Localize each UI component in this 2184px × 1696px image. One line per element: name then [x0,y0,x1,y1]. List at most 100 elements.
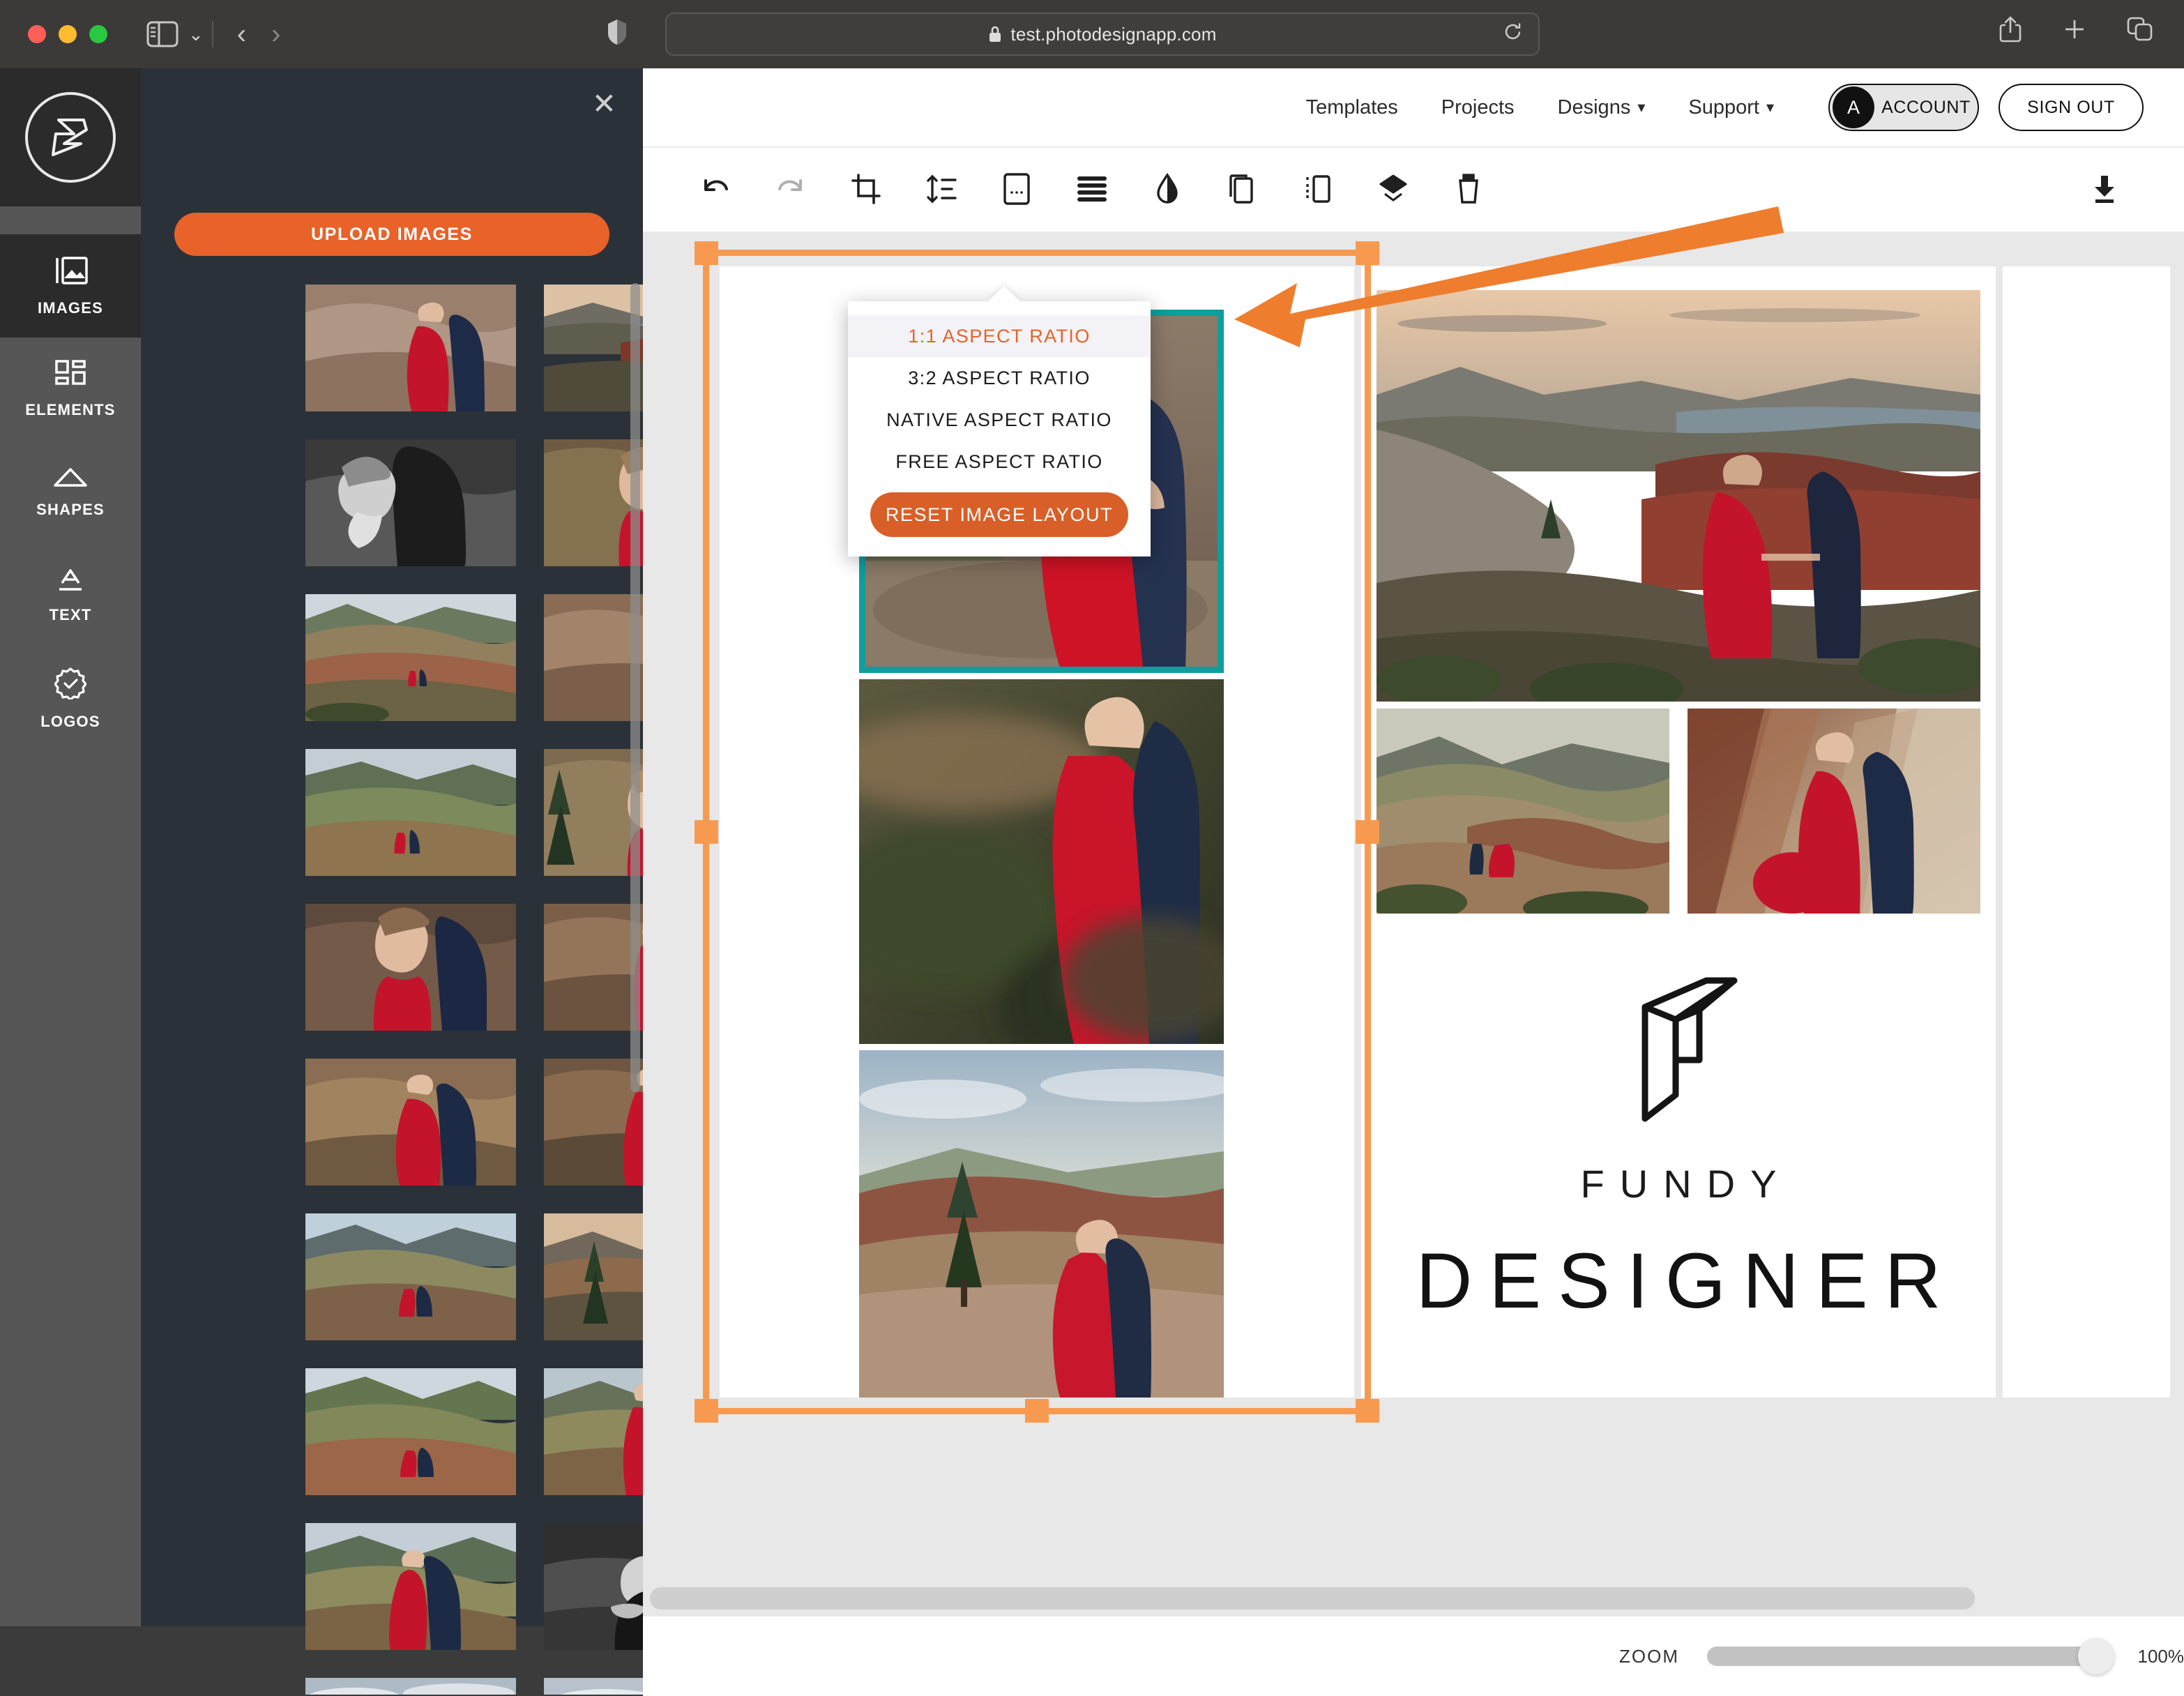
url-text: test.photodesignapp.com [1010,24,1216,45]
sign-out-button[interactable]: SIGN OUT [1999,84,2144,131]
download-icon[interactable] [2067,147,2142,231]
right-cell-sm2[interactable] [1688,709,1980,914]
image-thumbnail[interactable] [305,1059,516,1186]
trash-icon[interactable] [1431,147,1506,231]
sidebar-item-logos[interactable]: LOGOS [0,647,141,750]
dropdown-item-native[interactable]: NATIVE ASPECT RATIO [848,399,1151,441]
forward-arrow-icon[interactable]: › [271,20,280,48]
image-thumbnail[interactable] [305,285,516,411]
nav-templates[interactable]: Templates [1306,96,1398,119]
minimize-window-button[interactable] [59,25,77,43]
duplicate-icon[interactable] [1205,147,1280,231]
resize-handle-middle-left[interactable] [695,820,718,844]
panel-scrollbar-thumb[interactable] [630,283,640,1092]
redo-icon[interactable] [753,147,828,231]
resize-handle-top-right[interactable] [1356,241,1379,265]
browser-chrome: ⌄ ‹ › test.photodesignapp.com [0,0,2184,68]
opacity-drop-icon[interactable] [1130,147,1205,231]
canvas-page-next[interactable] [2003,266,2170,1398]
zoom-slider[interactable] [1707,1646,2102,1666]
sidebar-toggle-icon[interactable] [146,21,179,47]
lock-icon [988,25,1002,43]
nav-label: Support [1688,96,1759,119]
dropdown-item-3-2[interactable]: 3:2 ASPECT RATIO [848,357,1151,399]
reset-image-layout-button[interactable]: RESET IMAGE LAYOUT [870,492,1128,537]
panel-scrollbar[interactable] [630,283,640,1695]
image-thumbnail[interactable] [305,439,516,566]
resize-handle-bottom-left[interactable] [695,1399,718,1423]
upload-images-button[interactable]: UPLOAD IMAGES [174,213,609,256]
images-panel: ✕ UPLOAD IMAGES [141,68,643,1626]
badge-check-icon [54,667,86,703]
line-spacing-icon[interactable] [904,147,979,231]
sidebar-item-label: LOGOS [40,713,100,731]
brand-block: FUNDY DESIGNER [1361,971,1996,1326]
fundy-cube-logo-icon [1617,971,1740,1128]
resize-handle-top-left[interactable] [695,241,718,265]
align-icon[interactable] [1054,147,1130,231]
sidebar-item-label: TEXT [49,606,91,624]
image-thumbnail[interactable] [305,1368,516,1495]
mirror-icon[interactable] [1280,147,1356,231]
close-icon[interactable]: ✕ [592,89,616,119]
nav-label: Designs [1558,96,1631,119]
tab-overview-icon[interactable] [2127,17,2153,45]
nav-designs[interactable]: Designs ▾ [1558,96,1646,119]
image-thumbnail[interactable] [305,594,516,721]
resize-handle-middle-right[interactable] [1356,820,1379,844]
canvas-horizontal-scrollbar-thumb[interactable] [650,1587,1975,1610]
right-cell-big[interactable] [1377,290,1980,702]
app-area: Templates Projects Designs ▾ Support ▾ A… [643,68,2184,1626]
image-thumbnail[interactable] [305,1213,516,1340]
image-thumbnail[interactable] [305,904,516,1031]
resize-handle-bottom-center[interactable] [1025,1399,1049,1423]
image-thumbnail[interactable] [305,1523,516,1650]
layers-icon[interactable] [1356,147,1431,231]
left-cell-2[interactable] [859,679,1224,1044]
image-thumbnail[interactable] [305,1678,516,1695]
design-canvas[interactable]: FUNDY DESIGNER 1:1 ASPECT RATIO 3:2 ASPE… [643,232,2184,1580]
crop-icon[interactable] [828,147,904,231]
canvas-page-right[interactable]: FUNDY DESIGNER [1361,266,1996,1398]
app-header: Templates Projects Designs ▾ Support ▾ A… [643,68,2184,146]
image-icon [52,255,89,289]
sidebar-item-label: ELEMENTS [25,401,115,419]
rail-spacer [0,206,141,234]
sidebar-item-elements[interactable]: ELEMENTS [0,338,141,441]
dropdown-item-free[interactable]: FREE ASPECT RATIO [848,441,1151,483]
url-bar[interactable]: test.photodesignapp.com [665,13,1540,56]
back-arrow-icon[interactable]: ‹ [237,20,246,48]
undo-icon[interactable] [678,147,753,231]
close-window-button[interactable] [28,25,46,43]
zoom-slider-knob[interactable] [2078,1638,2114,1674]
plus-icon[interactable] [2063,17,2086,45]
dropdown-item-1-1[interactable]: 1:1 ASPECT RATIO [848,315,1151,357]
brand-fundy-text: FUNDY [1565,1161,1792,1206]
sidebar-item-label: SHAPES [36,501,105,519]
zoom-value: 100% [2138,1646,2184,1667]
image-thumbnail[interactable] [305,749,516,876]
shield-icon[interactable] [607,18,628,50]
aspect-ratio-dropdown[interactable]: 1:1 ASPECT RATIO 3:2 ASPECT RATIO NATIVE… [848,301,1151,556]
chrome-divider [212,21,213,47]
app-logo[interactable] [0,68,141,206]
chevron-down-icon[interactable]: ⌄ [188,25,204,43]
resize-handle-bottom-right[interactable] [1356,1399,1379,1423]
sidebar-item-shapes[interactable]: SHAPES [0,441,141,544]
nav-projects[interactable]: Projects [1441,96,1515,119]
account-button[interactable]: A ACCOUNT [1828,84,1979,131]
left-cell-3[interactable] [859,1050,1224,1398]
share-icon[interactable] [1999,15,2022,47]
selection-edge-top [703,250,1371,256]
reload-icon[interactable] [1503,22,1523,47]
nav-support[interactable]: Support ▾ [1688,96,1774,119]
right-cell-sm1[interactable] [1377,709,1669,914]
zoom-label: ZOOM [1619,1646,1679,1667]
canvas-horizontal-scrollbar[interactable] [643,1580,2184,1616]
chevron-down-icon: ▾ [1637,98,1645,116]
aspect-ratio-icon[interactable] [979,147,1054,231]
sidebar-item-text[interactable]: TEXT [0,544,141,647]
sidebar-item-images[interactable]: IMAGES [0,234,141,338]
maximize-window-button[interactable] [89,25,107,43]
triangle-icon [53,467,88,491]
